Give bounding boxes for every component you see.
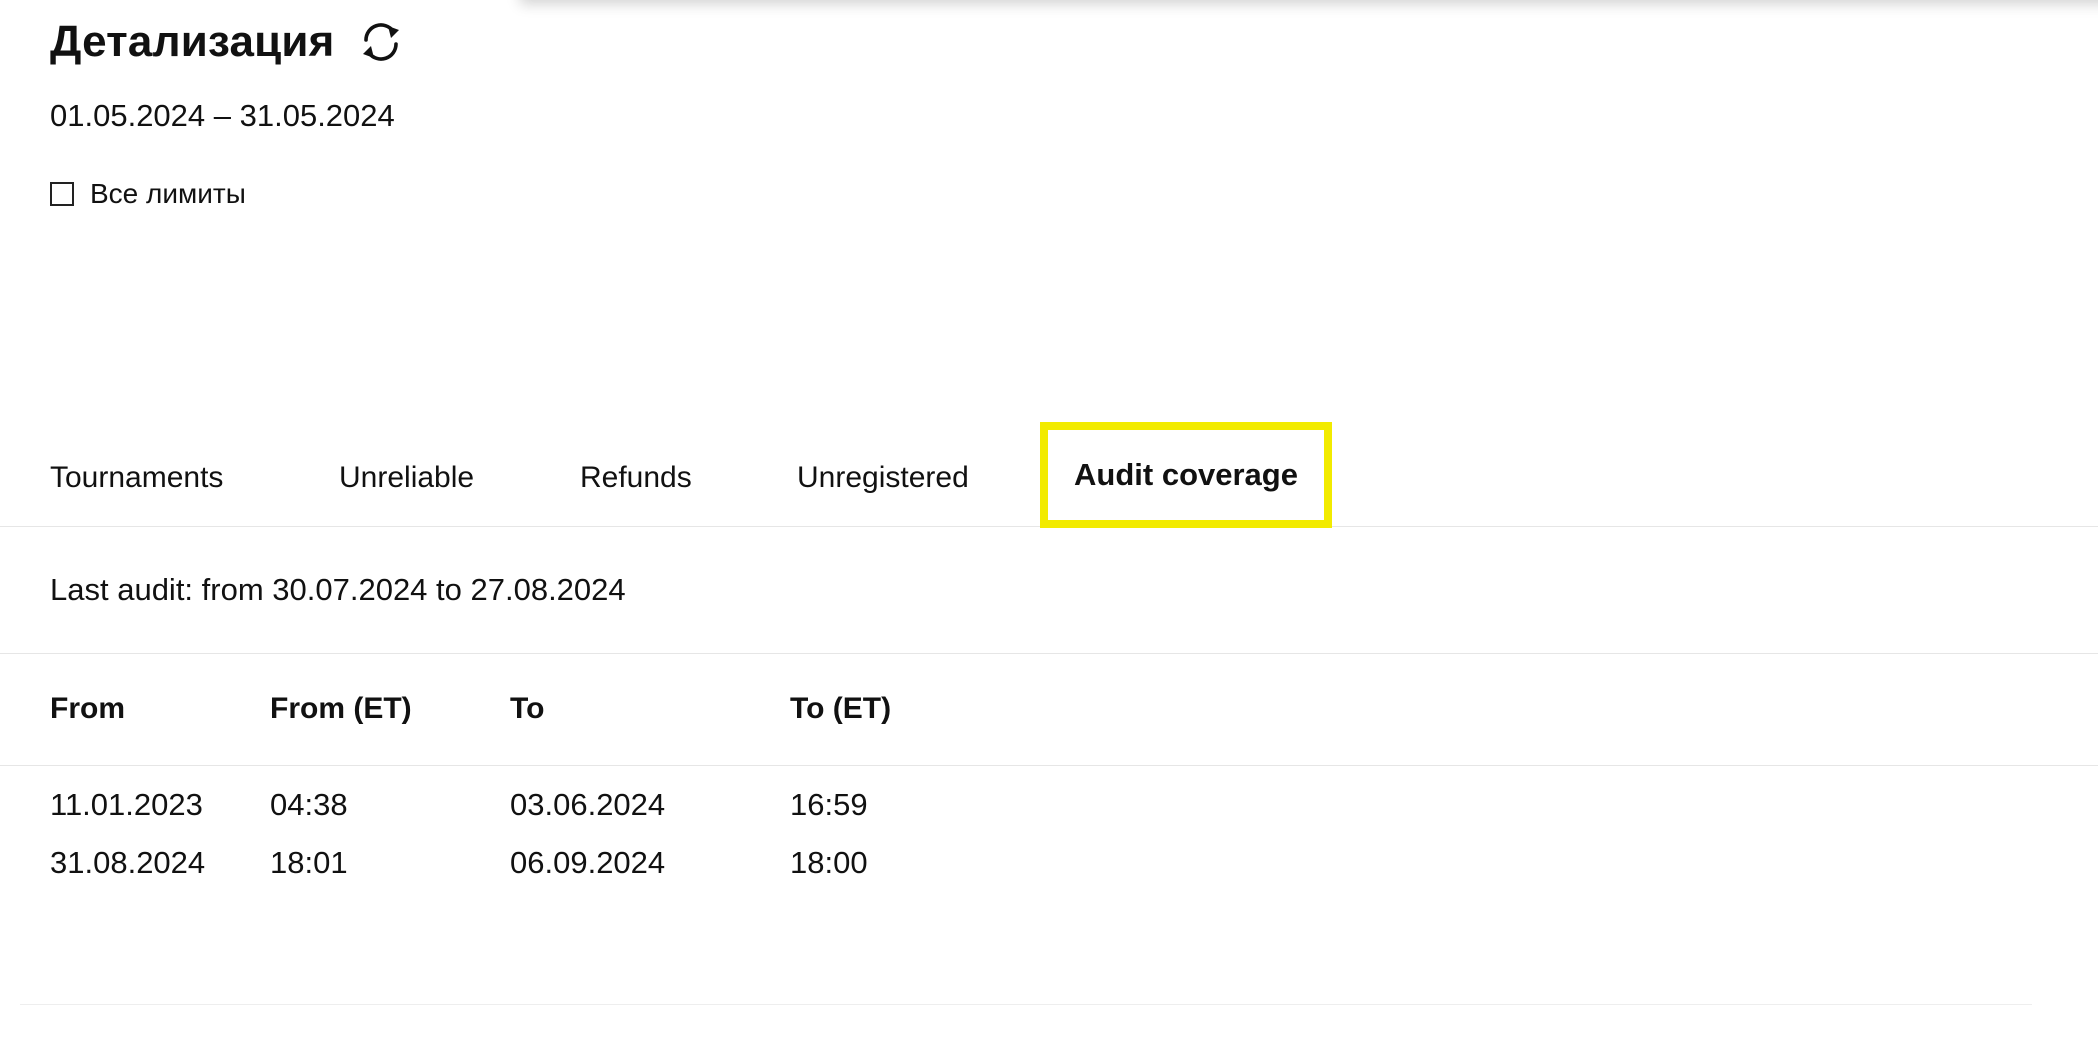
page-header: Детализация (50, 14, 407, 70)
tab-bar: Tournaments Unreliable Refunds Unregiste… (0, 418, 2098, 528)
all-limits-checkbox-row[interactable]: Все лимиты (50, 176, 246, 212)
last-audit-text: Last audit: from 30.07.2024 to 27.08.202… (50, 572, 626, 607)
tab-tournaments[interactable]: Tournaments (50, 458, 223, 498)
tab-audit-coverage-label: Audit coverage (1074, 457, 1298, 492)
all-limits-checkbox[interactable] (50, 182, 74, 206)
refresh-icon[interactable] (355, 16, 407, 68)
cell-to: 06.09.2024 (510, 845, 666, 880)
tab-unreliable[interactable]: Unreliable (339, 458, 474, 498)
tab-unregistered[interactable]: Unregistered (797, 458, 969, 498)
tab-audit-coverage[interactable]: Audit coverage (1040, 422, 1332, 528)
date-range: 01.05.2024 – 31.05.2024 (50, 98, 395, 133)
all-limits-label[interactable]: Все лимиты (90, 176, 246, 212)
cell-to: 03.06.2024 (510, 787, 666, 822)
bottom-divider (20, 1004, 2032, 1005)
column-header-to: To (510, 692, 545, 725)
tab-refunds[interactable]: Refunds (580, 458, 692, 498)
cell-from: 11.01.2023 (50, 787, 203, 822)
page-title: Детализация (50, 17, 335, 66)
cell-from-et: 18:01 (270, 845, 348, 880)
cell-from-et: 04:38 (270, 787, 348, 822)
cell-from: 31.08.2024 (50, 845, 206, 880)
refresh-icon-svg (362, 23, 399, 61)
column-header-from: From (50, 692, 125, 725)
cell-to-et: 16:59 (790, 787, 868, 822)
column-header-to-et: To (ET) (790, 692, 892, 725)
table-header-divider (0, 765, 2098, 766)
divider (0, 653, 2098, 654)
column-header-from-et: From (ET) (270, 692, 412, 725)
cell-to-et: 18:00 (790, 845, 868, 880)
